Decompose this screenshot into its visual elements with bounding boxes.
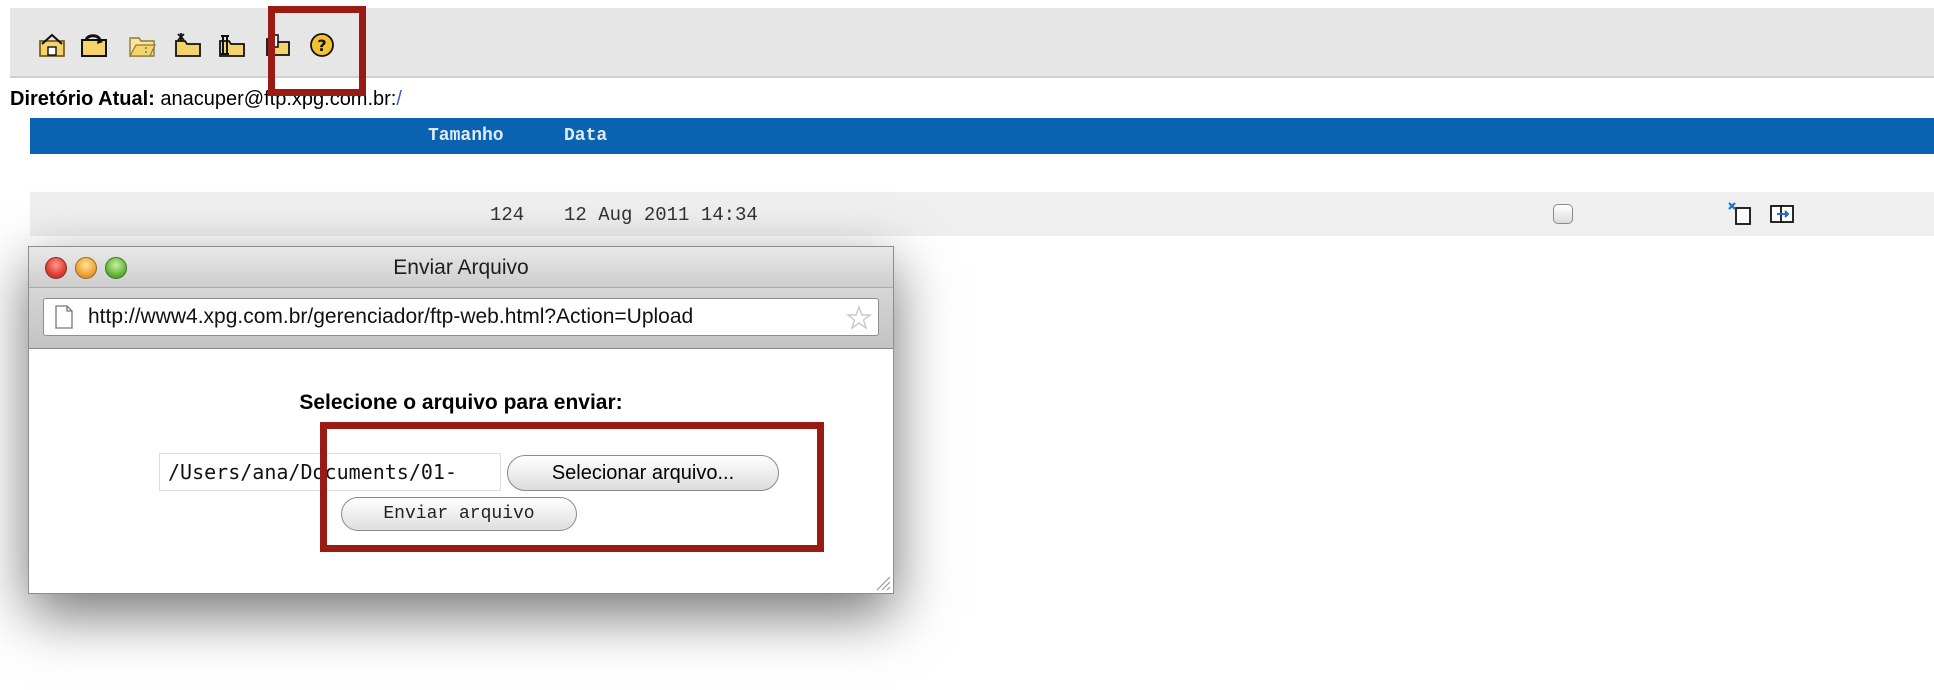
file-date: 12 Aug 2011 14:34 xyxy=(564,204,758,226)
rename-file-icon[interactable] xyxy=(1726,200,1754,228)
highlight-upload-icon xyxy=(268,6,366,96)
row-select-checkbox[interactable] xyxy=(1553,204,1573,224)
popup-title: Enviar Arquivo xyxy=(393,256,529,279)
resize-grip-icon[interactable] xyxy=(871,571,891,591)
move-file-icon[interactable] xyxy=(1768,200,1796,228)
parent-folder-icon[interactable] xyxy=(128,32,156,58)
refresh-icon[interactable] xyxy=(80,32,108,58)
root-path-link[interactable]: / xyxy=(396,88,402,110)
url-field[interactable]: http://www4.xpg.com.br/gerenciador/ftp-w… xyxy=(43,298,879,336)
upload-prompt: Selecione o arquivo para enviar: xyxy=(299,391,623,414)
popup-titlebar[interactable]: Enviar Arquivo xyxy=(29,247,893,288)
current-directory-label: Diretório Atual: xyxy=(10,88,155,110)
table-row: 124 12 Aug 2011 14:34 xyxy=(30,192,1934,236)
column-header-date[interactable]: Data xyxy=(564,126,607,146)
new-folder-icon[interactable] xyxy=(174,32,202,58)
bookmark-star-icon[interactable] xyxy=(845,305,873,331)
url-text: http://www4.xpg.com.br/gerenciador/ftp-w… xyxy=(88,305,694,328)
file-table-header: Tamanho Data xyxy=(30,118,1934,154)
file-size: 124 xyxy=(490,204,525,226)
column-header-size[interactable]: Tamanho xyxy=(428,126,504,146)
rename-icon[interactable] xyxy=(218,32,246,58)
highlight-upload-buttons xyxy=(320,422,824,552)
home-folder-icon[interactable] xyxy=(38,32,66,58)
popup-address-bar: http://www4.xpg.com.br/gerenciador/ftp-w… xyxy=(29,288,893,349)
page-icon xyxy=(54,305,74,329)
